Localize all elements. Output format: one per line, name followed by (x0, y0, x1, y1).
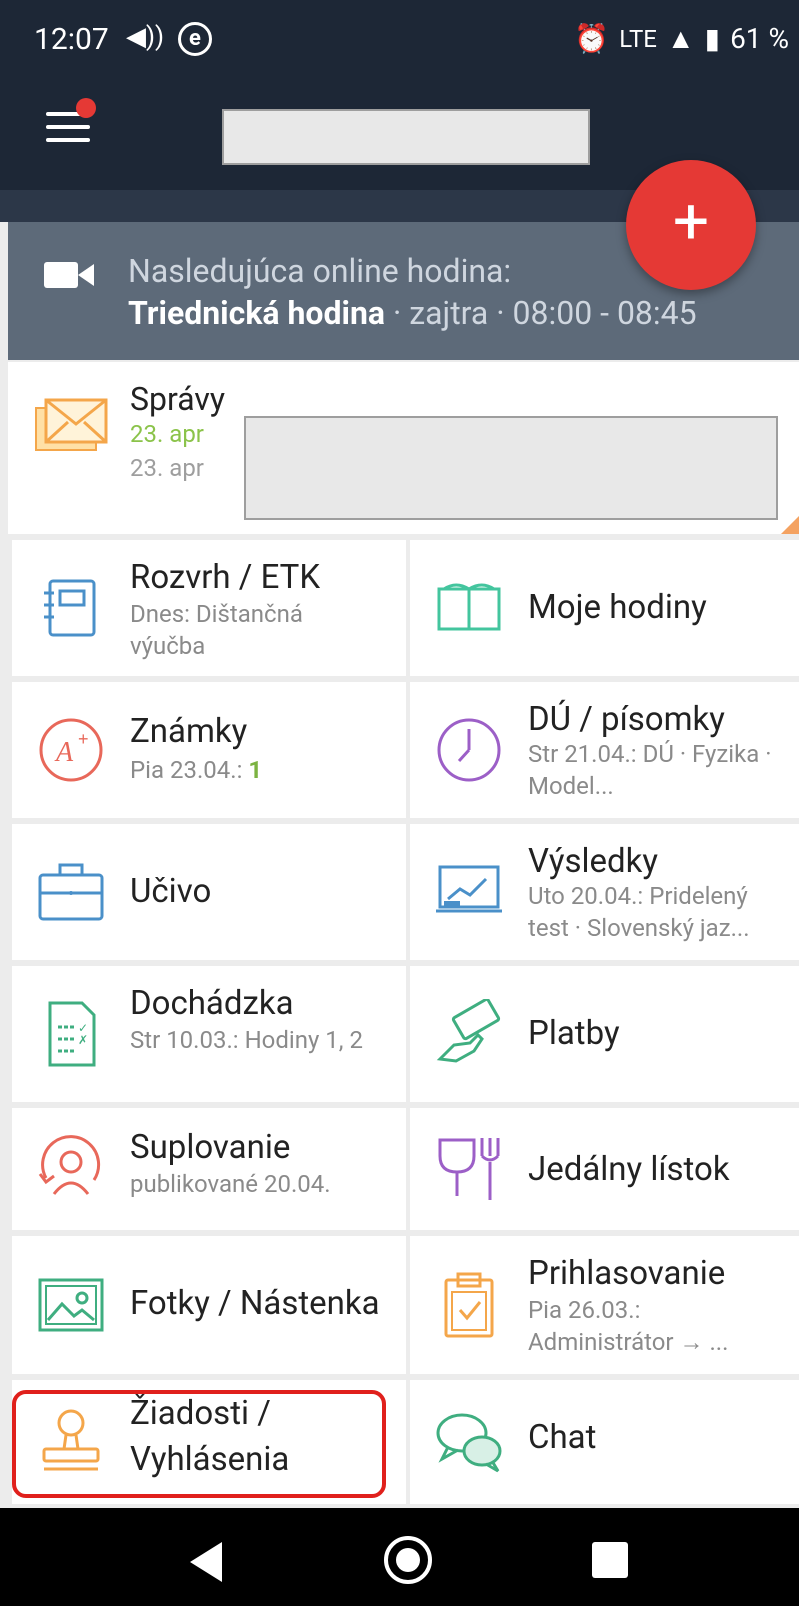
tile-du-pisomky[interactable]: DÚ / písomky Str 21.04.: DÚ · Fyzika · M… (410, 682, 799, 818)
recent-apps-icon[interactable] (592, 1542, 628, 1578)
tile-fotky[interactable]: Fotky / Nástenka (12, 1236, 406, 1374)
chart-board-icon (436, 865, 502, 913)
tile-vysledky-sub: Uto 20.04.: Pridelený test · Slovenský j… (528, 882, 750, 942)
tile-du-sub: Str 21.04.: DÚ · Fyzika · Model... (528, 740, 772, 800)
briefcase-icon (38, 863, 104, 921)
messages-card[interactable]: Správy 23. apr 23. apr (8, 362, 799, 534)
svg-text:✗: ✗ (78, 1033, 88, 1047)
messages-title: Správy (130, 380, 225, 418)
tile-znamky-date: Pia 23.04.: (130, 756, 249, 784)
tile-dochadzka-sub: Str 10.03.: Hodiny 1, 2 (130, 1026, 363, 1054)
tile-ucivo-title: Učivo (130, 872, 212, 911)
tile-jedalny-title: Jedálny lístok (528, 1150, 730, 1189)
tile-moje-hodiny-title: Moje hodiny (528, 588, 707, 627)
online-lesson-time: · zajtra · 08:00 - 08:45 (385, 294, 697, 332)
tile-moje-hodiny[interactable]: Moje hodiny (410, 540, 799, 676)
network-label: LTE (619, 24, 657, 53)
clipboard-check-icon (444, 1272, 494, 1338)
tile-chat-title: Chat (528, 1418, 597, 1457)
substitute-person-icon (38, 1135, 101, 1195)
tile-suplovanie-title: Suplovanie (130, 1128, 291, 1167)
e-app-icon: e (178, 22, 212, 56)
glass-fork-icon (438, 1138, 500, 1200)
message-date-2: 23. apr (130, 454, 204, 482)
online-lesson-subject: Triednická hodina (128, 294, 386, 332)
tile-rozvrh[interactable]: Rozvrh / ETK Dnes: Dištančná výučba (12, 540, 406, 676)
online-lesson-label: Nasledujúca online hodina: (128, 252, 512, 290)
tile-prihlasovanie[interactable]: Prihlasovanie Pia 26.03.: Administrátor … (410, 1236, 799, 1374)
highlight-box (12, 1390, 386, 1498)
tile-znamky[interactable]: A + Známky Pia 23.04.: 1 (12, 682, 406, 818)
status-bar: 12:07 ◀)) e ⏰ LTE ▲ ▮ 61 % (0, 0, 799, 84)
volume-icon: ◀)) (126, 22, 165, 52)
status-time: 12:07 (34, 22, 109, 57)
tile-prihlasovanie-title: Prihlasovanie (528, 1254, 726, 1293)
back-icon[interactable] (190, 1542, 222, 1582)
tile-suplovanie[interactable]: Suplovanie publikované 20.04. (12, 1108, 406, 1230)
add-fab-button[interactable]: + (626, 160, 756, 290)
clock-icon (437, 718, 501, 782)
tile-vysledky[interactable]: Výsledky Uto 20.04.: Pridelený test · Sl… (410, 824, 799, 960)
home-icon[interactable] (384, 1536, 432, 1584)
message-date-1: 23. apr (130, 420, 204, 448)
system-nav-bar (0, 1508, 799, 1606)
tile-platby-title: Platby (528, 1014, 620, 1053)
schedule-book-icon (44, 579, 96, 637)
tile-platby[interactable]: Platby (410, 966, 799, 1102)
signal-icon: ▲ (666, 22, 695, 55)
tile-du-title: DÚ / písomky (528, 700, 725, 739)
alarm-icon: ⏰ (574, 22, 610, 55)
attendance-sheet-icon: ✓ ✗ (48, 1001, 96, 1067)
online-lesson-detail: Triednická hodina · zajtra · 08:00 - 08:… (128, 294, 697, 332)
tile-ucivo[interactable]: Učivo (12, 824, 406, 960)
battery-percent: 61 % (730, 22, 789, 55)
chat-bubbles-icon (436, 1413, 502, 1473)
status-right: ⏰ LTE ▲ ▮ 61 % (574, 22, 789, 55)
tile-vysledky-title: Výsledky (528, 842, 658, 881)
picture-icon (38, 1278, 104, 1332)
envelope-icon (35, 398, 108, 451)
tile-znamky-grade: 1 (248, 756, 263, 784)
open-book-icon (437, 583, 501, 631)
tile-suplovanie-sub: publikované 20.04. (130, 1170, 331, 1198)
svg-text:+: + (78, 729, 89, 749)
redacted-school-name (222, 109, 590, 165)
svg-text:A: A (54, 737, 74, 768)
tile-jedalny-listok[interactable]: Jedálny lístok (410, 1108, 799, 1230)
tile-chat[interactable]: Chat (410, 1380, 799, 1504)
video-camera-icon (44, 262, 94, 288)
tile-znamky-title: Známky (130, 712, 248, 751)
grade-a-plus-icon: A + (39, 718, 103, 782)
tile-dochadzka[interactable]: ✓ ✗ Dochádzka Str 10.03.: Hodiny 1, 2 (12, 966, 406, 1102)
corner-marker (781, 516, 799, 534)
tile-znamky-sub: Pia 23.04.: 1 (130, 754, 262, 786)
tile-rozvrh-title: Rozvrh / ETK (130, 558, 321, 597)
battery-icon: ▮ (704, 22, 721, 55)
tile-dochadzka-title: Dochádzka (130, 984, 294, 1023)
tile-rozvrh-sub: Dnes: Dištančná výučba (130, 600, 303, 660)
tile-fotky-title: Fotky / Nástenka (130, 1284, 380, 1323)
money-hand-icon (436, 999, 501, 1063)
redacted-message-preview (244, 416, 778, 520)
tile-prihlasovanie-sub: Pia 26.03.: Administrátor → ... (528, 1296, 729, 1356)
notification-dot (76, 98, 96, 118)
